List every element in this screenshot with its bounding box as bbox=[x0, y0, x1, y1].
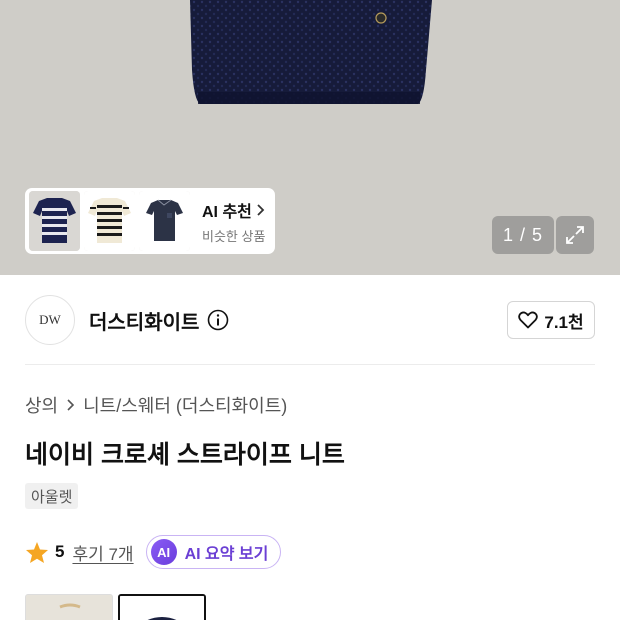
brand-logo-text: DW bbox=[39, 312, 61, 327]
ai-summary-button[interactable]: AI AI 요약 보기 bbox=[145, 535, 282, 569]
reviews-link[interactable]: 후기 7개 bbox=[72, 540, 133, 565]
like-button[interactable]: 7.1천 bbox=[507, 301, 595, 339]
like-count: 7.1천 bbox=[544, 312, 584, 332]
outlet-tag: 아울렛 bbox=[25, 483, 79, 509]
recommendation-subtitle: 비슷한 상품 bbox=[202, 228, 266, 244]
rating-row: 5 후기 7개 AI AI 요약 보기 bbox=[25, 534, 282, 570]
product-title: 네이비 크로셰 스트라이프 니트 bbox=[25, 441, 345, 469]
recommendation-title[interactable]: AI 추천 bbox=[202, 198, 266, 222]
color-option-thumbnail[interactable] bbox=[25, 594, 113, 620]
recommendation-thumbnail[interactable] bbox=[29, 191, 80, 251]
image-pager: 1 / 5 bbox=[492, 216, 554, 254]
brand-logo[interactable]: DW bbox=[25, 295, 75, 345]
expand-image-button[interactable] bbox=[556, 216, 594, 254]
brand-name[interactable]: 더스티화이트 bbox=[89, 306, 199, 335]
breadcrumb-item-category[interactable]: 상의 bbox=[25, 392, 58, 418]
star-icon bbox=[25, 541, 49, 564]
divider bbox=[25, 364, 595, 365]
ai-recommendation-card[interactable]: AI 추천 비슷한 상품 bbox=[25, 188, 275, 254]
breadcrumb-item-subcategory[interactable]: 니트/스웨터 (더스티화이트) bbox=[83, 392, 287, 418]
ai-badge-icon: AI bbox=[150, 539, 177, 565]
recommendation-title-text: AI 추천 bbox=[202, 203, 252, 221]
recommendation-thumbnail[interactable] bbox=[139, 191, 190, 251]
ai-summary-label: AI 요약 보기 bbox=[184, 546, 269, 563]
breadcrumb: 상의 니트/스웨터 (더스티화이트) bbox=[25, 392, 287, 418]
heart-icon bbox=[518, 311, 539, 329]
info-icon[interactable] bbox=[207, 309, 229, 331]
chevron-right-icon bbox=[66, 398, 75, 412]
product-image-gallery[interactable]: AI 추천 비슷한 상품 1 / 5 bbox=[0, 0, 620, 275]
chevron-right-icon bbox=[257, 203, 265, 216]
color-option-thumbnail-selected[interactable] bbox=[118, 594, 206, 620]
rating-value: 5 bbox=[55, 542, 65, 561]
expand-icon bbox=[566, 226, 584, 244]
brand-row: DW 더스티화이트 7.1천 bbox=[25, 295, 595, 345]
recommendation-thumbnail[interactable] bbox=[84, 191, 135, 251]
